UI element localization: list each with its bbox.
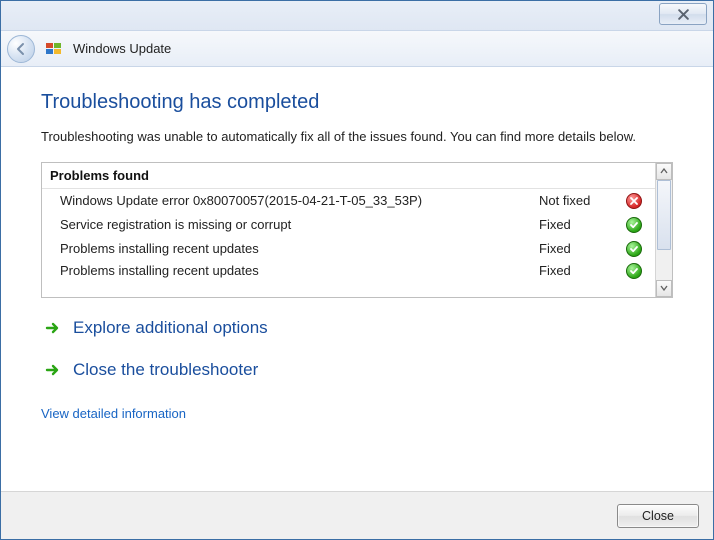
ok-icon <box>626 263 642 279</box>
problems-header: Problems found <box>42 163 655 189</box>
problem-status: Fixed <box>539 263 623 278</box>
explore-options-link[interactable]: Explore additional options <box>41 318 673 338</box>
explore-options-label: Explore additional options <box>73 318 268 338</box>
titlebar <box>1 1 713 31</box>
close-troubleshooter-label: Close the troubleshooter <box>73 360 258 380</box>
problem-state-icon <box>623 241 645 257</box>
problem-state-icon <box>623 193 645 209</box>
problem-row: Problems installing recent updates Fixed <box>42 237 655 261</box>
problem-name: Service registration is missing or corru… <box>60 217 539 232</box>
problem-row: Problems installing recent updates Fixed <box>42 261 655 281</box>
problem-state-icon <box>623 217 645 233</box>
error-icon <box>626 193 642 209</box>
problem-name: Problems installing recent updates <box>60 241 539 256</box>
close-button[interactable]: Close <box>617 504 699 528</box>
footer: Close <box>1 491 713 539</box>
chevron-down-icon <box>660 285 668 291</box>
problem-status: Fixed <box>539 241 623 256</box>
problems-box: Problems found Windows Update error 0x80… <box>41 162 673 298</box>
content-area: Troubleshooting has completed Troublesho… <box>1 67 713 491</box>
problem-status: Fixed <box>539 217 623 232</box>
scroll-up-button[interactable] <box>656 163 672 180</box>
problems-list: Problems found Windows Update error 0x80… <box>42 163 655 297</box>
scroll-down-button[interactable] <box>656 280 672 297</box>
problem-name: Problems installing recent updates <box>60 263 539 278</box>
ok-icon <box>626 217 642 233</box>
arrow-right-icon <box>45 320 61 336</box>
window-title: Windows Update <box>73 41 171 56</box>
arrow-right-icon <box>45 362 61 378</box>
window-close-button[interactable] <box>659 3 707 25</box>
troubleshooter-window: Windows Update Troubleshooting has compl… <box>0 0 714 540</box>
back-button[interactable] <box>7 35 35 63</box>
problem-status: Not fixed <box>539 193 623 208</box>
close-troubleshooter-link[interactable]: Close the troubleshooter <box>41 360 673 380</box>
scrollbar[interactable] <box>655 163 672 297</box>
close-icon <box>677 9 690 20</box>
problem-row: Windows Update error 0x80070057(2015-04-… <box>42 189 655 213</box>
view-details-link[interactable]: View detailed information <box>41 406 186 421</box>
chevron-up-icon <box>660 168 668 174</box>
scroll-thumb[interactable] <box>657 180 671 250</box>
problem-state-icon <box>623 263 645 279</box>
page-heading: Troubleshooting has completed <box>41 91 673 114</box>
scroll-track[interactable] <box>656 180 672 280</box>
problem-row: Service registration is missing or corru… <box>42 213 655 237</box>
windows-update-icon <box>45 40 63 58</box>
back-arrow-icon <box>14 42 28 56</box>
summary-text: Troubleshooting was unable to automatica… <box>41 128 673 146</box>
ok-icon <box>626 241 642 257</box>
problem-name: Windows Update error 0x80070057(2015-04-… <box>60 193 539 208</box>
actions-section: Explore additional options Close the tro… <box>41 318 673 421</box>
navbar: Windows Update <box>1 31 713 67</box>
